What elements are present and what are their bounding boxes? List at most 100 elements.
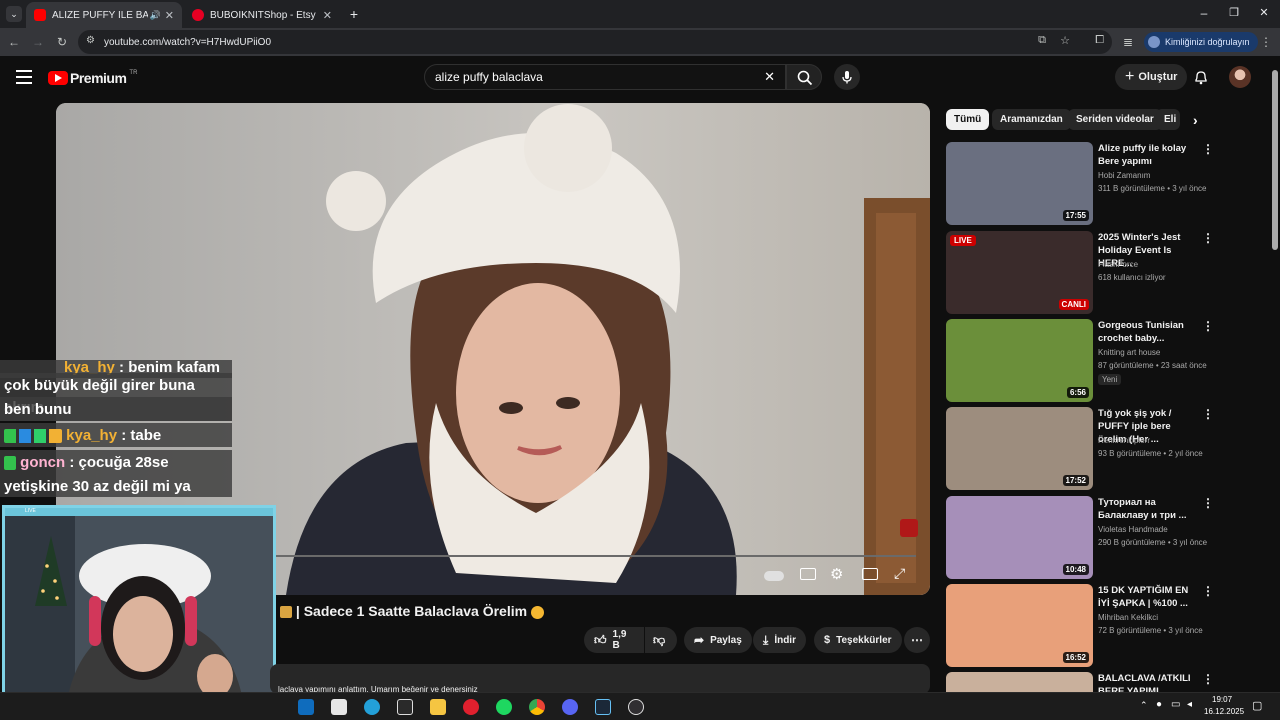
menu-kebab-icon[interactable]: ⋮ [1258, 34, 1274, 50]
autoplay-toggle[interactable] [764, 571, 784, 581]
recommendation-item[interactable]: 17:55 Alize puffy ile kolay Bere yapımı Ho… [946, 142, 1266, 226]
voice-search-button[interactable] [834, 64, 860, 90]
recommendation-title[interactable]: Туториал на Балаклаву и три ... [1098, 496, 1198, 522]
miniplayer-icon[interactable] [862, 568, 878, 580]
more-vertical-icon[interactable]: ⋮ [1202, 142, 1214, 156]
filter-chip-from-search[interactable]: Aramanızdan [992, 109, 1071, 130]
reload-icon[interactable]: ↻ [54, 34, 70, 50]
recommendation-channel[interactable]: Hobi Zamanım [1098, 171, 1150, 180]
address-bar[interactable]: ⚙ youtube.com/watch?v=H7HwdUPiiO0 ⧉ ☆ ⧠ [78, 30, 1112, 54]
microphone-tray-icon[interactable]: ● [1156, 699, 1162, 710]
page-scrollbar[interactable] [1270, 62, 1280, 692]
description-box[interactable]: laclava yapımını anlattım. Umarım beğeni… [270, 664, 930, 694]
back-icon[interactable]: ← [6, 34, 22, 50]
recommendation-channel[interactable]: Mihriban Kekilkci [1098, 613, 1158, 622]
subtitles-icon[interactable] [800, 568, 816, 580]
notifications-icon[interactable]: ▢ [1252, 699, 1262, 712]
more-vertical-icon[interactable]: ⋮ [1202, 319, 1214, 333]
recommendation-title[interactable]: Gorgeous Tunisian crochet baby... [1098, 319, 1198, 345]
clock-time[interactable]: 19:07 [1212, 695, 1232, 704]
calendar-app-icon[interactable] [331, 699, 347, 715]
close-tab-icon[interactable]: ✕ [323, 9, 332, 22]
account-avatar[interactable] [1229, 66, 1251, 88]
create-button[interactable]: + Oluştur [1115, 64, 1188, 90]
thanks-button[interactable]: $ Teşekkürler [814, 627, 902, 653]
recommendation-channel[interactable]: Violetas Handmade [1098, 525, 1168, 534]
recommendation-title[interactable]: Alize puffy ile kolay Bere yapımı [1098, 142, 1198, 168]
recommendation-item[interactable]: BALACLAVA /ATKILI BERE YAPIMI ⋮ [946, 672, 1266, 692]
chrome-icon[interactable] [529, 699, 545, 715]
video-thumbnail[interactable]: LIVE CANLI [946, 231, 1093, 314]
new-tab-button[interactable]: + [346, 6, 362, 22]
more-vertical-icon[interactable]: ⋮ [1202, 584, 1214, 598]
edge-icon[interactable] [364, 699, 380, 715]
bookmark-star-icon[interactable]: ☆ [1060, 34, 1070, 47]
video-thumbnail[interactable]: 17:52 [946, 407, 1093, 490]
filter-chip-series[interactable]: Seriden videolar [1068, 109, 1162, 130]
recommendation-item[interactable]: LIVE CANLI 2025 Winter's Jest Holiday Even… [946, 231, 1266, 315]
steam-icon[interactable] [595, 699, 611, 715]
notifications-bell-icon[interactable] [1193, 69, 1209, 85]
search-button[interactable] [786, 64, 822, 90]
tab-youtube[interactable]: ALİZE PUFFY İLE BALACLAVA 🔊 ✕ [26, 2, 182, 28]
clock-date[interactable]: 16.12.2025 [1204, 707, 1244, 716]
network-icon[interactable]: ▭ [1171, 699, 1180, 710]
fullscreen-icon[interactable]: ⤢ [894, 565, 905, 582]
settings-gear-icon[interactable]: ⚙ [830, 565, 843, 583]
recommendation-title[interactable]: 15 DK YAPTIĞIM EN İYİ ŞAPKA | %100 ... [1098, 584, 1198, 610]
reading-list-icon[interactable]: ≣ [1120, 34, 1136, 50]
discord-icon[interactable] [562, 699, 578, 715]
close-tab-icon[interactable]: ✕ [165, 9, 174, 22]
tab-etsy[interactable]: BUBOIKNITShop - Etsy ✕ [184, 2, 340, 28]
recommendation-title[interactable]: BALACLAVA /ATKILI BERE YAPIMI [1098, 672, 1198, 692]
dislike-button[interactable]: 👎︎ [645, 627, 677, 653]
minimize-icon[interactable]: – [1196, 6, 1212, 22]
more-vertical-icon[interactable]: ⋮ [1202, 672, 1214, 686]
more-actions-button[interactable]: ⋯ [904, 627, 930, 653]
hamburger-menu-icon[interactable] [16, 70, 32, 84]
site-info-icon[interactable]: ⚙ [86, 35, 95, 46]
profile-verify-button[interactable]: Kimliğinizi doğrulayın [1144, 32, 1258, 52]
search-input[interactable]: alize puffy balaclava ✕ [424, 64, 786, 90]
download-button[interactable]: ⤓ İndir [753, 627, 806, 653]
recommendation-item[interactable]: 6:56 Gorgeous Tunisian crochet baby... Kni… [946, 319, 1266, 403]
video-thumbnail[interactable]: 10:48 [946, 496, 1093, 579]
filter-chip-all[interactable]: Tümü [946, 109, 990, 130]
more-vertical-icon[interactable]: ⋮ [1202, 496, 1214, 510]
file-explorer-icon[interactable] [430, 699, 446, 715]
more-vertical-icon[interactable]: ⋮ [1202, 407, 1214, 421]
extensions-icon[interactable]: ⧠ [1095, 34, 1104, 47]
like-button[interactable]: 👍︎ 1,9 B [584, 627, 644, 653]
clear-search-icon[interactable]: ✕ [764, 69, 775, 85]
forward-icon[interactable]: → [30, 34, 46, 50]
obs-icon[interactable] [628, 699, 644, 715]
filter-chip-more[interactable]: Eli [1156, 109, 1180, 130]
tray-overflow-icon[interactable]: ⌃ [1140, 700, 1148, 711]
volume-icon[interactable]: ◂ [1187, 699, 1192, 710]
video-thumbnail[interactable]: 16:52 [946, 584, 1093, 667]
video-thumbnail[interactable]: 6:56 [946, 319, 1093, 402]
opera-icon[interactable] [463, 699, 479, 715]
more-horizontal-icon: ⋯ [911, 633, 923, 647]
recommendation-item[interactable]: 10:48 Туториал на Балаклаву и три ... Viol… [946, 496, 1266, 580]
spotify-icon[interactable] [496, 699, 512, 715]
epic-games-icon[interactable] [397, 699, 413, 715]
share-button[interactable]: ➦ Paylaş [684, 627, 752, 653]
video-thumbnail[interactable]: 17:55 [946, 142, 1093, 225]
recommendation-channel[interactable]: Renkrenkiplerr [1098, 436, 1150, 445]
restore-icon[interactable]: ❐ [1226, 6, 1242, 22]
youtube-logo[interactable]: Premium TR [48, 68, 137, 88]
recommendation-channel[interactable]: FlashForce [1098, 260, 1138, 269]
recommendation-item[interactable]: 16:52 15 DK YAPTIĞIM EN İYİ ŞAPKA | %100 … [946, 584, 1266, 668]
recommendation-channel[interactable]: Knitting art house [1098, 348, 1160, 357]
tab-search-button[interactable]: ⌄ [6, 6, 22, 22]
chevron-right-icon[interactable]: › [1193, 112, 1198, 128]
close-window-icon[interactable]: ✕ [1256, 6, 1272, 22]
channel-watermark-icon[interactable] [900, 519, 918, 537]
more-vertical-icon[interactable]: ⋮ [1202, 231, 1214, 245]
install-icon[interactable]: ⧉ [1038, 34, 1046, 47]
recommendation-item[interactable]: 17:52 Tığ yok şiş yok / PUFFY iple bere ö… [946, 407, 1266, 491]
video-thumbnail[interactable] [946, 672, 1093, 692]
outlook-icon[interactable] [298, 699, 314, 715]
scrollbar-thumb[interactable] [1272, 70, 1278, 250]
